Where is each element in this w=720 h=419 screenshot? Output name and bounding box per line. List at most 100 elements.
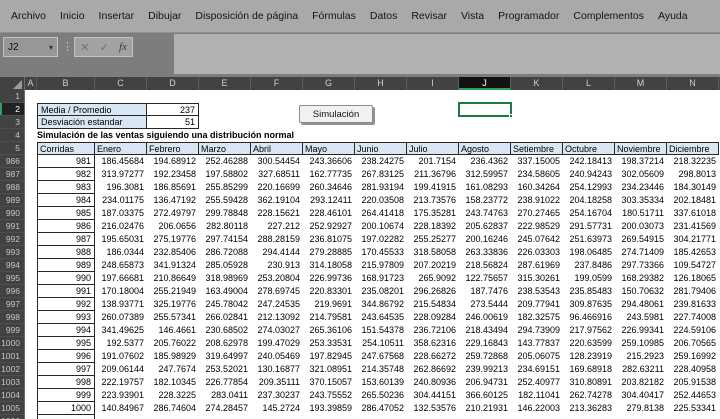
cell-A986[interactable] bbox=[25, 155, 37, 168]
value-cell-997-setiembre[interactable]: 234.69151 bbox=[511, 363, 563, 376]
value-cell-993-agosto[interactable]: 246.00619 bbox=[459, 311, 511, 324]
value-cell-998-febrero[interactable]: 182.10345 bbox=[147, 376, 199, 389]
column-header-K[interactable]: K bbox=[511, 77, 563, 90]
value-cell-983-enero[interactable]: 196.3081 bbox=[95, 181, 147, 194]
value-cell-993-marzo[interactable]: 266.02841 bbox=[199, 311, 251, 324]
corrida-cell-996[interactable]: 996 bbox=[37, 350, 95, 363]
value-cell-997-abril[interactable]: 130.16877 bbox=[251, 363, 303, 376]
value-cell-996-enero[interactable]: 191.07602 bbox=[95, 350, 147, 363]
value-cell-984-febrero[interactable]: 136.47192 bbox=[147, 194, 199, 207]
corrida-cell-983[interactable]: 983 bbox=[37, 181, 95, 194]
value-cell-986-diciembre[interactable]: 231.41569 bbox=[667, 220, 719, 233]
value-cell-989-enero[interactable]: 248.65873 bbox=[95, 259, 147, 272]
value-cell-991-noviembre[interactable]: 150.70632 bbox=[615, 285, 667, 298]
value-cell-987-enero[interactable]: 195.65031 bbox=[95, 233, 147, 246]
value-cell-993-octubre[interactable]: 96.466916 bbox=[563, 311, 615, 324]
value-cell-991-mayo[interactable]: 220.83301 bbox=[303, 285, 355, 298]
value-cell-989-noviembre[interactable]: 297.73366 bbox=[615, 259, 667, 272]
name-box[interactable]: J2 ▾ bbox=[3, 37, 58, 57]
table-header-noviembre[interactable]: Noviembre bbox=[615, 142, 667, 155]
cell-A993[interactable] bbox=[25, 246, 37, 259]
value-cell-986-junio[interactable]: 200.10674 bbox=[355, 220, 407, 233]
row-header-1005[interactable]: 1005 bbox=[0, 402, 25, 415]
value-cell-991-marzo[interactable]: 163.49004 bbox=[199, 285, 251, 298]
cell-A2[interactable] bbox=[25, 103, 37, 116]
value-cell-1000-setiembre[interactable]: 146.22003 bbox=[511, 402, 563, 415]
value-cell-1000-octubre[interactable]: 213.36283 bbox=[563, 402, 615, 415]
value-cell-982-mayo[interactable]: 162.77735 bbox=[303, 168, 355, 181]
value-cell-986-julio[interactable]: 228.18392 bbox=[407, 220, 459, 233]
cancel-icon[interactable]: ✕ bbox=[80, 41, 89, 54]
value-cell-1000-agosto[interactable]: 210.21931 bbox=[459, 402, 511, 415]
value-cell-996-marzo[interactable]: 319.64997 bbox=[199, 350, 251, 363]
row-header-998[interactable]: 998 bbox=[0, 311, 25, 324]
corrida-cell-partial[interactable] bbox=[37, 415, 95, 419]
value-cell-994-febrero[interactable]: 146.4661 bbox=[147, 324, 199, 337]
value-cell-995-abril[interactable]: 199.47029 bbox=[251, 337, 303, 350]
value-cell-992-noviembre[interactable]: 294.48061 bbox=[615, 298, 667, 311]
row-header-999[interactable]: 999 bbox=[0, 324, 25, 337]
value-cell-995-febrero[interactable]: 205.76022 bbox=[147, 337, 199, 350]
value-cell-987-octubre[interactable]: 251.63973 bbox=[563, 233, 615, 246]
value-cell-985-junio[interactable]: 264.41418 bbox=[355, 207, 407, 220]
value-cell-981-setiembre[interactable]: 337.15005 bbox=[511, 155, 563, 168]
value-cell-987-setiembre[interactable]: 245.07642 bbox=[511, 233, 563, 246]
mean-label-cell[interactable]: Media / Promedio bbox=[37, 103, 147, 116]
corrida-cell-988[interactable]: 988 bbox=[37, 246, 95, 259]
value-cell-993-diciembre[interactable]: 227.74008 bbox=[667, 311, 719, 324]
value-cell-988-agosto[interactable]: 263.33836 bbox=[459, 246, 511, 259]
value-cell-999-julio[interactable]: 304.44151 bbox=[407, 389, 459, 402]
column-header-J[interactable]: J bbox=[459, 77, 511, 90]
value-cell-1000-junio[interactable]: 286.47052 bbox=[355, 402, 407, 415]
ribbon-tab-archivo[interactable]: Archivo bbox=[4, 10, 53, 22]
corrida-cell-982[interactable]: 982 bbox=[37, 168, 95, 181]
row-header-986[interactable]: 986 bbox=[0, 155, 25, 168]
value-cell-999-febrero[interactable]: 228.3225 bbox=[147, 389, 199, 402]
cell-A998[interactable] bbox=[25, 311, 37, 324]
value-cell-985-marzo[interactable]: 299.78848 bbox=[199, 207, 251, 220]
value-cell-1000-febrero[interactable]: 286.74604 bbox=[147, 402, 199, 415]
value-cell-990-setiembre[interactable]: 315.30261 bbox=[511, 272, 563, 285]
column-header-D[interactable]: D bbox=[147, 77, 199, 90]
value-cell-986-mayo[interactable]: 252.92927 bbox=[303, 220, 355, 233]
value-cell-999-diciembre[interactable]: 252.44653 bbox=[667, 389, 719, 402]
row-header-3[interactable]: 3 bbox=[0, 116, 25, 129]
table-header-julio[interactable]: Julio bbox=[407, 142, 459, 155]
value-cell-981-agosto[interactable]: 236.4362 bbox=[459, 155, 511, 168]
value-cell-990-diciembre[interactable]: 126.18065 bbox=[667, 272, 719, 285]
enter-icon[interactable]: ✓ bbox=[100, 41, 109, 54]
value-cell-997-mayo[interactable]: 321.08951 bbox=[303, 363, 355, 376]
value-cell-985-julio[interactable]: 175.35281 bbox=[407, 207, 459, 220]
value-cell-989-abril[interactable]: 230.913 bbox=[251, 259, 303, 272]
value-cell-992-mayo[interactable]: 219.9691 bbox=[303, 298, 355, 311]
value-cell-984-diciembre[interactable]: 202.18481 bbox=[667, 194, 719, 207]
value-cell-983-mayo[interactable]: 260.34646 bbox=[303, 181, 355, 194]
value-cell-996-setiembre[interactable]: 205.06075 bbox=[511, 350, 563, 363]
value-cell-995-julio[interactable]: 358.62316 bbox=[407, 337, 459, 350]
value-cell-987-mayo[interactable]: 236.81075 bbox=[303, 233, 355, 246]
value-cell-994-diciembre[interactable]: 224.59106 bbox=[667, 324, 719, 337]
row-header-987[interactable]: 987 bbox=[0, 168, 25, 181]
ribbon-tab-insertar[interactable]: Insertar bbox=[92, 10, 142, 22]
value-cell-988-setiembre[interactable]: 226.03303 bbox=[511, 246, 563, 259]
value-cell-983-julio[interactable]: 199.41915 bbox=[407, 181, 459, 194]
row-header-994[interactable]: 994 bbox=[0, 259, 25, 272]
row-header-1[interactable]: 1 bbox=[0, 90, 25, 103]
value-cell-981-mayo[interactable]: 243.36606 bbox=[303, 155, 355, 168]
cell-A991[interactable] bbox=[25, 220, 37, 233]
value-cell-995-enero[interactable]: 192.5377 bbox=[95, 337, 147, 350]
cell-A987[interactable] bbox=[25, 168, 37, 181]
row-header-988[interactable]: 988 bbox=[0, 181, 25, 194]
value-cell-986-enero[interactable]: 216.02476 bbox=[95, 220, 147, 233]
value-cell-994-marzo[interactable]: 230.68502 bbox=[199, 324, 251, 337]
value-cell-1000-mayo[interactable]: 193.39859 bbox=[303, 402, 355, 415]
value-cell-985-setiembre[interactable]: 270.27465 bbox=[511, 207, 563, 220]
value-cell-985-enero[interactable]: 187.03375 bbox=[95, 207, 147, 220]
value-cell-997-agosto[interactable]: 239.99213 bbox=[459, 363, 511, 376]
corrida-cell-995[interactable]: 995 bbox=[37, 337, 95, 350]
corrida-cell-997[interactable]: 997 bbox=[37, 363, 95, 376]
value-cell-999-enero[interactable]: 223.93901 bbox=[95, 389, 147, 402]
value-cell-999-mayo[interactable]: 243.75552 bbox=[303, 389, 355, 402]
value-cell-991-diciembre[interactable]: 281.79406 bbox=[667, 285, 719, 298]
value-cell-994-octubre[interactable]: 217.97562 bbox=[563, 324, 615, 337]
